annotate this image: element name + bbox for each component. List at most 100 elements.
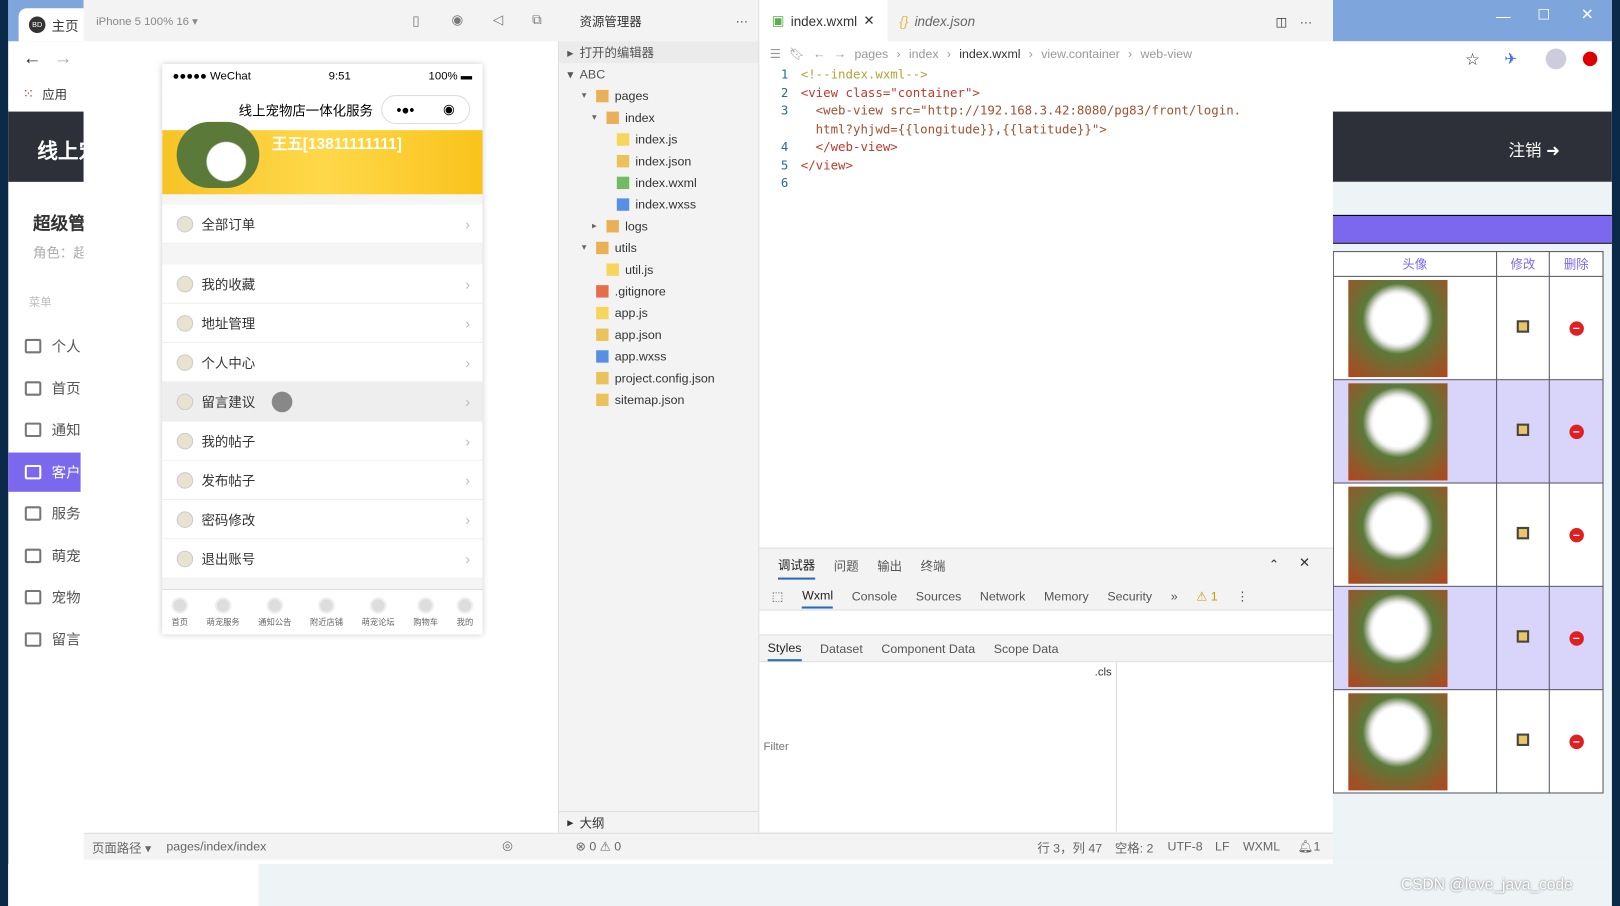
file-tree-item[interactable]: index.js: [559, 128, 758, 150]
file-tree-item[interactable]: index.wxml: [559, 172, 758, 194]
devtools-tab[interactable]: Security: [1107, 588, 1152, 602]
language-mode[interactable]: WXML: [1243, 839, 1280, 853]
sound-icon[interactable]: ◁: [493, 11, 503, 28]
menu-item[interactable]: 退出账号 ›: [162, 539, 483, 579]
eye-icon[interactable]: ◎: [502, 838, 513, 852]
file-tree-item[interactable]: sitemap.json: [559, 388, 758, 410]
sidebar-item[interactable]: 客户: [8, 452, 81, 492]
kebab-menu-icon[interactable]: ⋮: [1236, 588, 1248, 602]
back-icon[interactable]: ←: [813, 46, 825, 60]
close-panel-icon[interactable]: ✕: [1299, 555, 1310, 572]
star-icon[interactable]: ☆: [1465, 50, 1480, 71]
delete-icon[interactable]: –: [1569, 321, 1584, 336]
tabbar-item[interactable]: 购物车: [413, 596, 438, 628]
menu-item[interactable]: 个人中心 ›: [162, 343, 483, 383]
file-tree-item[interactable]: app.wxss: [559, 345, 758, 367]
debugger-tab[interactable]: 终端: [921, 556, 946, 574]
menu-item[interactable]: 发布帖子 ›: [162, 460, 483, 501]
bookmark-icon[interactable]: 🔖︎: [789, 46, 805, 60]
file-tree-item[interactable]: ▾ index: [559, 106, 758, 128]
edit-icon[interactable]: [1516, 320, 1530, 333]
file-tree-item[interactable]: project.config.json: [559, 367, 758, 389]
breadcrumb-item[interactable]: view.container: [1041, 46, 1120, 60]
tabbar-item[interactable]: 通知公告: [258, 596, 291, 628]
inspect-icon[interactable]: ⬚: [772, 588, 784, 602]
breadcrumb-item[interactable]: index.wxml: [959, 46, 1020, 60]
close-circle-icon[interactable]: ◉: [443, 101, 455, 118]
debugger-tab[interactable]: 问题: [834, 556, 859, 574]
menu-item[interactable]: 我的帖子 ›: [162, 421, 483, 461]
delete-icon[interactable]: –: [1569, 425, 1584, 440]
tabbar-item[interactable]: 附近店铺: [310, 596, 343, 628]
delete-icon[interactable]: –: [1569, 528, 1584, 543]
collapse-icon[interactable]: ⌃: [1269, 557, 1279, 571]
tabbar-item[interactable]: 我的: [456, 596, 474, 628]
delete-icon[interactable]: –: [1569, 631, 1584, 646]
maximize-icon[interactable]: ☐: [1537, 6, 1550, 24]
menu-item[interactable]: 密码修改 ›: [162, 500, 483, 540]
close-tab-icon[interactable]: ✕: [863, 12, 874, 29]
file-tree-item[interactable]: ▾ pages: [559, 85, 758, 107]
delete-icon[interactable]: –: [1569, 735, 1584, 750]
file-tree-item[interactable]: app.json: [559, 323, 758, 345]
breadcrumb-item[interactable]: pages: [854, 46, 888, 60]
minimize-icon[interactable]: —: [1496, 8, 1510, 25]
profile-avatar[interactable]: [1545, 48, 1567, 70]
tabbar-item[interactable]: 首页: [171, 596, 189, 628]
page-path-select[interactable]: 页面路径 ▾: [92, 839, 151, 857]
more-tabs-icon[interactable]: »: [1171, 588, 1178, 602]
more-icon[interactable]: •●•: [397, 102, 415, 117]
styles-subtab[interactable]: Component Data: [881, 641, 975, 655]
code-editor[interactable]: 1 <!--index.wxml--> 2 <view class="containe…: [759, 66, 1332, 193]
bell-icon[interactable]: 🔔︎1: [1298, 839, 1321, 853]
problems-count[interactable]: ⊗ 0 ⚠ 0: [575, 839, 621, 853]
devtools-tab[interactable]: Memory: [1044, 588, 1089, 602]
menu-item[interactable]: 地址管理 ›: [162, 303, 483, 344]
styles-subtab[interactable]: Styles: [767, 636, 802, 661]
file-tree-item[interactable]: .gitignore: [559, 280, 758, 302]
file-tree-item[interactable]: ▾ utils: [559, 237, 758, 259]
menu-item[interactable]: 留言建议 ›: [162, 382, 483, 422]
bookmark-apps[interactable]: 应用: [42, 85, 67, 103]
forward-icon[interactable]: →: [54, 48, 73, 70]
debugger-tab[interactable]: 输出: [877, 556, 902, 574]
menu-item[interactable]: 我的收藏 ›: [162, 264, 483, 304]
file-tree-item[interactable]: ▸ logs: [559, 215, 758, 237]
styles-filter-input[interactable]: [763, 666, 1053, 828]
edit-icon[interactable]: [1516, 423, 1530, 437]
devtools-tab[interactable]: Network: [980, 588, 1025, 602]
tabbar-item[interactable]: 萌宠服务: [207, 596, 240, 628]
indent-setting[interactable]: 空格: 2: [1115, 839, 1154, 857]
window-icon[interactable]: ⧉: [532, 11, 542, 28]
devtools-tab[interactable]: Wxml: [802, 583, 834, 609]
editor-tab[interactable]: ▣ index.wxml ✕: [759, 0, 888, 42]
encoding[interactable]: UTF-8: [1168, 839, 1203, 853]
record-icon[interactable]: ◉: [452, 11, 464, 28]
file-tree-item[interactable]: util.js: [559, 258, 758, 280]
phone-icon[interactable]: ▯: [412, 12, 419, 29]
eol[interactable]: LF: [1215, 839, 1229, 853]
update-icon[interactable]: [1582, 51, 1598, 67]
back-icon[interactable]: ←: [23, 48, 42, 70]
styles-subtab[interactable]: Dataset: [820, 641, 863, 655]
open-editors[interactable]: 打开的编辑器: [580, 43, 654, 61]
logout-link[interactable]: 注销 ➜: [1508, 136, 1560, 161]
devtools-tab[interactable]: Sources: [916, 588, 961, 602]
more-icon[interactable]: ···: [1300, 14, 1333, 41]
file-tree-item[interactable]: app.js: [559, 302, 758, 324]
styles-subtab[interactable]: Scope Data: [994, 641, 1059, 655]
edit-icon[interactable]: [1516, 630, 1530, 643]
extension-icon[interactable]: ✈: [1504, 50, 1517, 69]
forward-icon[interactable]: →: [834, 46, 846, 60]
editor-tab[interactable]: {} index.json: [887, 0, 987, 41]
file-tree-item[interactable]: index.wxss: [559, 193, 758, 215]
edit-icon[interactable]: [1516, 526, 1530, 540]
project-root[interactable]: ABC: [580, 67, 606, 81]
edit-icon[interactable]: [1516, 733, 1530, 746]
more-icon[interactable]: ···: [736, 13, 748, 27]
cursor-position[interactable]: 行 3，列 47: [1037, 839, 1102, 857]
warning-count[interactable]: ⚠ 1: [1196, 588, 1217, 602]
capsule-button[interactable]: •●• ◉: [381, 95, 471, 124]
menu-item[interactable]: 全部订单 ›: [162, 204, 483, 244]
split-editor-icon[interactable]: ◫: [1263, 14, 1300, 41]
